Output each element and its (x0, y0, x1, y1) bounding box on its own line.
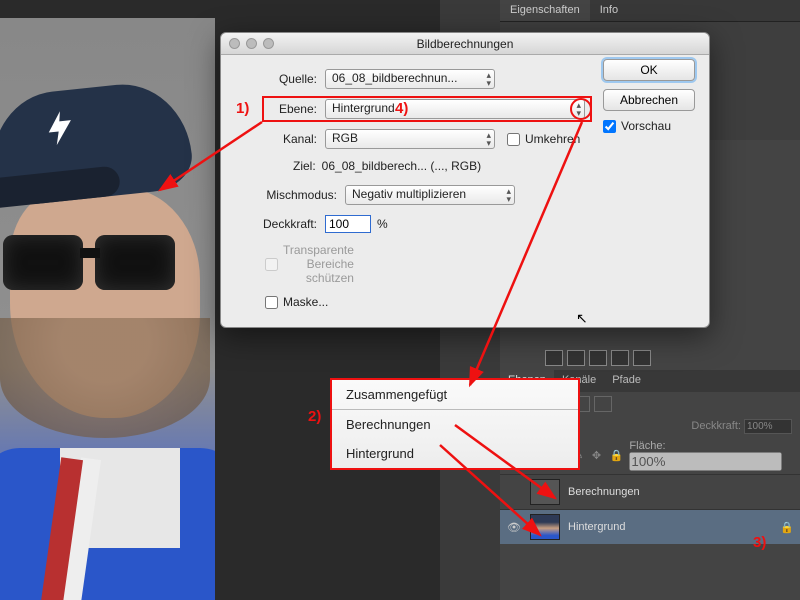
source-select[interactable]: 06_08_bildberechnun... ▴▾ (325, 69, 495, 89)
lock-all-icon[interactable]: 🔒 (610, 449, 624, 463)
target-label: Ziel: (293, 159, 316, 173)
annotation-3: 3) (753, 534, 766, 551)
filter-icon[interactable] (594, 396, 612, 412)
opacity-input[interactable] (325, 215, 371, 233)
source-label: Quelle: (237, 72, 317, 86)
visibility-icon[interactable]: 👁 (506, 521, 522, 534)
cursor-icon: ↖ (576, 310, 588, 327)
transparent-label: Transparente Bereiche schützen (283, 243, 354, 285)
lock-move-icon[interactable]: ✥ (592, 449, 604, 463)
opacity-unit: % (377, 217, 388, 231)
layer-row[interactable]: Berechnungen (500, 474, 800, 509)
close-icon[interactable] (229, 38, 240, 49)
adj-icon[interactable] (545, 350, 563, 366)
chevron-updown-icon: ▴▾ (506, 187, 511, 203)
preview-checkbox[interactable] (603, 120, 616, 133)
zoom-icon[interactable] (263, 38, 274, 49)
dialog-title: Bildberechnungen (417, 37, 514, 51)
tab-properties[interactable]: Eigenschaften (500, 0, 590, 21)
blend-select[interactable]: Negativ multiplizieren ▴▾ (345, 185, 515, 205)
preview-label: Vorschau (621, 119, 671, 133)
target-value: 06_08_bildberech... (..., RGB) (322, 159, 481, 173)
annotation-4: 4) (395, 100, 408, 117)
cancel-button[interactable]: Abbrechen (603, 89, 695, 111)
tab-paths[interactable]: Pfade (604, 370, 649, 392)
adj-icon[interactable] (611, 350, 629, 366)
layer-opacity-input[interactable] (744, 419, 792, 434)
ok-button[interactable]: OK (603, 59, 695, 81)
annotation-1: 1) (236, 100, 249, 117)
fill-label: Fläche: (629, 440, 665, 452)
annotation-2: 2) (308, 408, 321, 425)
mask-checkbox[interactable] (265, 296, 278, 309)
tab-info[interactable]: Info (590, 0, 628, 21)
chevron-updown-icon: ▴▾ (486, 131, 491, 147)
layer-dropdown-popup: Zusammengefügt Berechnungen Hintergrund (330, 378, 580, 470)
adj-icon[interactable] (589, 350, 607, 366)
blend-label: Mischmodus: (237, 188, 337, 202)
lock-icon: 🔒 (780, 521, 794, 534)
properties-tabbar: Eigenschaften Info (500, 0, 800, 22)
opacity-label: Deckkraft: (237, 217, 317, 231)
dropdown-item-bg[interactable]: Hintergrund (332, 439, 578, 468)
channel-label: Kanal: (237, 132, 317, 146)
annotation-circle-4 (570, 98, 592, 120)
invert-checkbox[interactable] (507, 133, 520, 146)
mask-label: Maske... (283, 295, 328, 309)
adjustment-icons (545, 350, 651, 366)
adj-icon[interactable] (567, 350, 585, 366)
dialog-titlebar[interactable]: Bildberechnungen (221, 33, 709, 55)
layer-thumbnail[interactable] (530, 514, 560, 540)
layer-name: Berechnungen (568, 486, 640, 498)
layer-name: Hintergrund (568, 521, 625, 533)
annotation-box-1 (262, 96, 592, 122)
opacity-label: Deckkraft: (691, 420, 741, 432)
dropdown-item-merged[interactable]: Zusammengefügt (332, 380, 578, 409)
photo (0, 18, 215, 600)
minimize-icon[interactable] (246, 38, 257, 49)
layer-thumbnail[interactable] (530, 479, 560, 505)
dropdown-item-calc[interactable]: Berechnungen (332, 410, 578, 439)
chevron-updown-icon: ▴▾ (486, 71, 491, 87)
invert-label: Umkehren (525, 132, 580, 146)
bolt-icon (37, 101, 82, 155)
apply-image-dialog: Bildberechnungen OK Abbrechen Vorschau Q… (220, 32, 710, 328)
layer-fill-input[interactable] (629, 452, 782, 471)
adj-icon[interactable] (633, 350, 651, 366)
channel-select[interactable]: RGB ▴▾ (325, 129, 495, 149)
transparent-checkbox (265, 258, 278, 271)
